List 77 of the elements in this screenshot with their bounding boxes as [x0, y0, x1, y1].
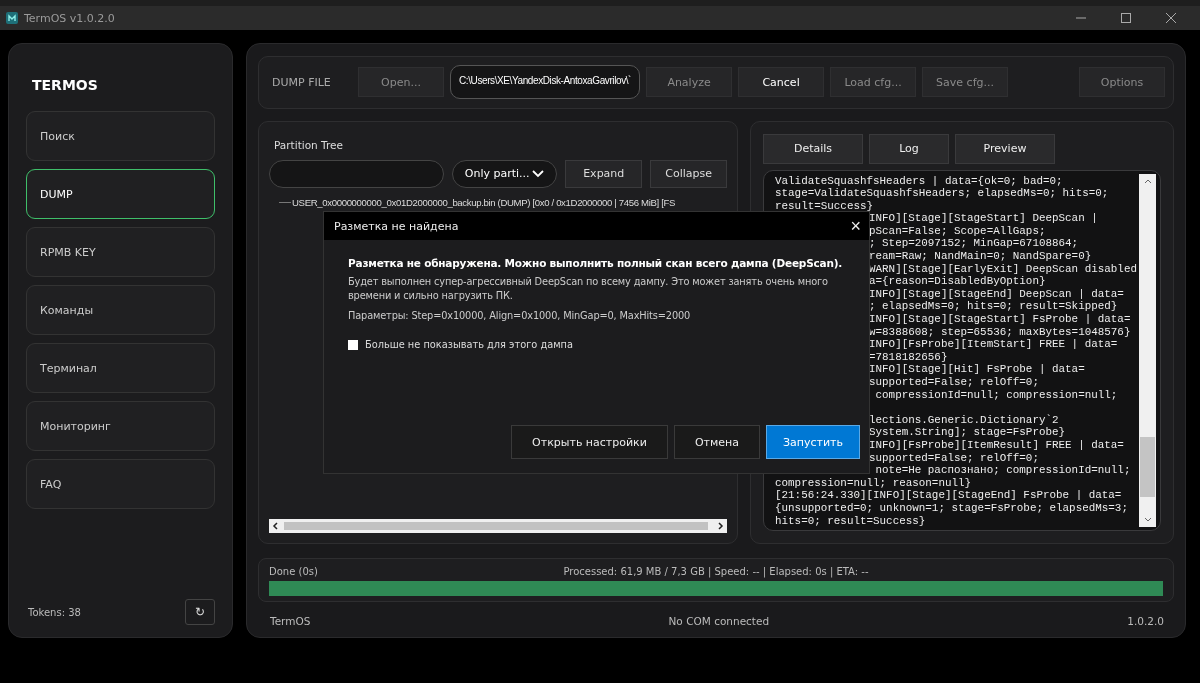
progress-status: Done (0s)	[269, 566, 318, 578]
dialog-heading: Разметка не обнаружена. Можно выполнить полный скан всего дампа (DeepScan).	[348, 257, 844, 269]
tab[interactable]: Preview	[955, 133, 1055, 164]
log-line: note=Не распознано; compressionId=null;	[874, 464, 1131, 477]
path-field[interactable]: C:\Users\XE\YandexDisk-AntoxaGavrilov\`	[450, 65, 641, 100]
log-line: ValidateSquashfsHeaders | data={ok=0; bad=0;	[775, 174, 1063, 188]
dialog-message: Будет выполнен супер-агрессивный DeepScan по всему дампу. Это может занять очень много времени и сильно нагрузить ПК.	[348, 275, 829, 303]
sidebar-item[interactable]: Команды	[26, 285, 215, 335]
horizontal-scrollbar[interactable]	[269, 519, 727, 534]
checkbox[interactable]	[348, 339, 358, 350]
log-line: a={reason=DisabledByOption}	[869, 275, 1046, 288]
log-line: INFO][FsProbe][ItemStart] FREE | data=	[869, 338, 1118, 351]
log-line: WARN][Stage][EarlyExit] DeepScan disabled	[869, 262, 1137, 276]
log-line: pScan=False; Scope=AllGaps;	[869, 224, 1046, 238]
scroll-down-icon[interactable]	[1143, 515, 1152, 524]
scroll-up-icon[interactable]	[1143, 177, 1152, 186]
scroll-thumb[interactable]	[284, 522, 708, 531]
log-line: [21:56:24.330][INFO][Stage][StageEnd] FsProbe | data=	[775, 489, 1122, 502]
log-line: {unsupported=0; unknown=1; stage=FsProbe; elapsedMs=3;	[775, 501, 1128, 515]
log-line: INFO][Stage][Hit] FsProbe | data=	[869, 363, 1085, 376]
tree-item[interactable]: USER_0x0000000000_0x01D2000000_backup.bin (DUMP) [0x0 / 0x1D2000000 | 7456 MiB] [FS	[292, 196, 676, 208]
log-line: INFO][Stage][StageStart] FsProbe | data=	[869, 313, 1131, 326]
dialog-button[interactable]: Открыть настройки	[511, 425, 668, 459]
maximize-icon[interactable]	[1121, 13, 1131, 23]
progress-stats: Processed: 61,9 MB / 7,3 GB | Speed: -- | Elapsed: 0s | ETA: --	[563, 566, 869, 578]
connection-status: No COM connected	[668, 615, 770, 627]
sidebar-item[interactable]: FAQ	[26, 459, 215, 509]
version-label: 1.0.2.0	[1127, 615, 1164, 627]
sidebar-item[interactable]: RPMB KEY	[26, 227, 215, 277]
sidebar-item[interactable]: Терминал	[26, 343, 215, 393]
log-line: stage=ValidateSquashfsHeaders; elapsedMs=0; hits=0;	[775, 187, 1109, 200]
dump-file-label: DUMP FILE	[272, 75, 332, 89]
window-title: TermOS v1.0.2.0	[24, 11, 115, 25]
log-line: INFO][FsProbe][ItemResult] FREE | data=	[869, 439, 1124, 452]
scroll-right-icon[interactable]	[716, 522, 724, 531]
log-line: w=8388608; step=65536; maxBytes=1048576}	[869, 325, 1131, 339]
log-line: lections.Generic.Dictionary`2	[869, 413, 1059, 427]
dialog-parameters: Параметры: Step=0x10000, Align=0x1000, MinGap=0, MaxHits=2000	[348, 309, 692, 323]
sidebar-item[interactable]: DUMP	[26, 169, 215, 219]
scroll-thumb[interactable]	[1140, 437, 1155, 498]
brand-title: TERMOS	[32, 77, 99, 93]
tree-button[interactable]: Expand	[565, 159, 643, 188]
refresh-button[interactable]: ↻	[185, 599, 215, 625]
log-line: ; elapsedMs=0; hits=0; result=Skipped}	[869, 300, 1118, 314]
log-line: =7818182656}	[869, 350, 948, 364]
log-line: INFO][Stage][StageEnd] DeepScan | data=	[869, 287, 1124, 301]
filter-dropdown[interactable]: Only parti...	[451, 159, 558, 188]
search-field[interactable]	[269, 159, 444, 188]
toolbar-button[interactable]: Cancel	[738, 67, 825, 98]
log-line: hits=0; result=Success}	[775, 514, 926, 528]
chevron-down-icon	[532, 169, 545, 178]
sidebar-item[interactable]: Поиск	[26, 111, 215, 161]
log-line: result=Success}	[775, 199, 874, 213]
close-button[interactable]: ×	[842, 215, 869, 237]
log-line: compressionId=null; compression=null;	[874, 388, 1118, 402]
vertical-scrollbar[interactable]	[1139, 173, 1156, 528]
tab[interactable]: Log	[869, 133, 949, 164]
tab[interactable]: Details	[763, 133, 863, 164]
status-app-name: TermOS	[270, 615, 311, 627]
dialog-button[interactable]: Отмена	[673, 425, 760, 459]
dialog-button[interactable]: Запустить	[766, 425, 860, 459]
app-icon	[6, 12, 18, 24]
checkbox-label[interactable]: Больше не показывать для этого дампа	[365, 339, 573, 350]
tree-button[interactable]: Collapse	[650, 159, 727, 188]
log-line: supported=False; relOff=0;	[869, 451, 1039, 465]
log-line: System.String]; stage=FsProbe}	[869, 426, 1066, 439]
panel-title: Partition Tree	[274, 138, 344, 151]
tokens-count: Tokens: 38	[27, 606, 81, 618]
log-line: ream=Raw; NandMain=0; NandSpare=0}	[869, 250, 1092, 263]
scroll-left-icon[interactable]	[272, 522, 280, 531]
log-line: ; Step=2097152; MinGap=67108864;	[869, 237, 1079, 251]
log-line: INFO][Stage][StageStart] DeepScan |	[869, 212, 1098, 225]
close-icon[interactable]	[1166, 13, 1176, 23]
dialog-title: Разметка не найдена	[334, 219, 459, 233]
log-line: supported=False; relOff=0;	[869, 376, 1039, 389]
sidebar-item[interactable]: Мониторинг	[26, 401, 215, 451]
log-line: compression=null; reason=null}	[775, 476, 972, 490]
